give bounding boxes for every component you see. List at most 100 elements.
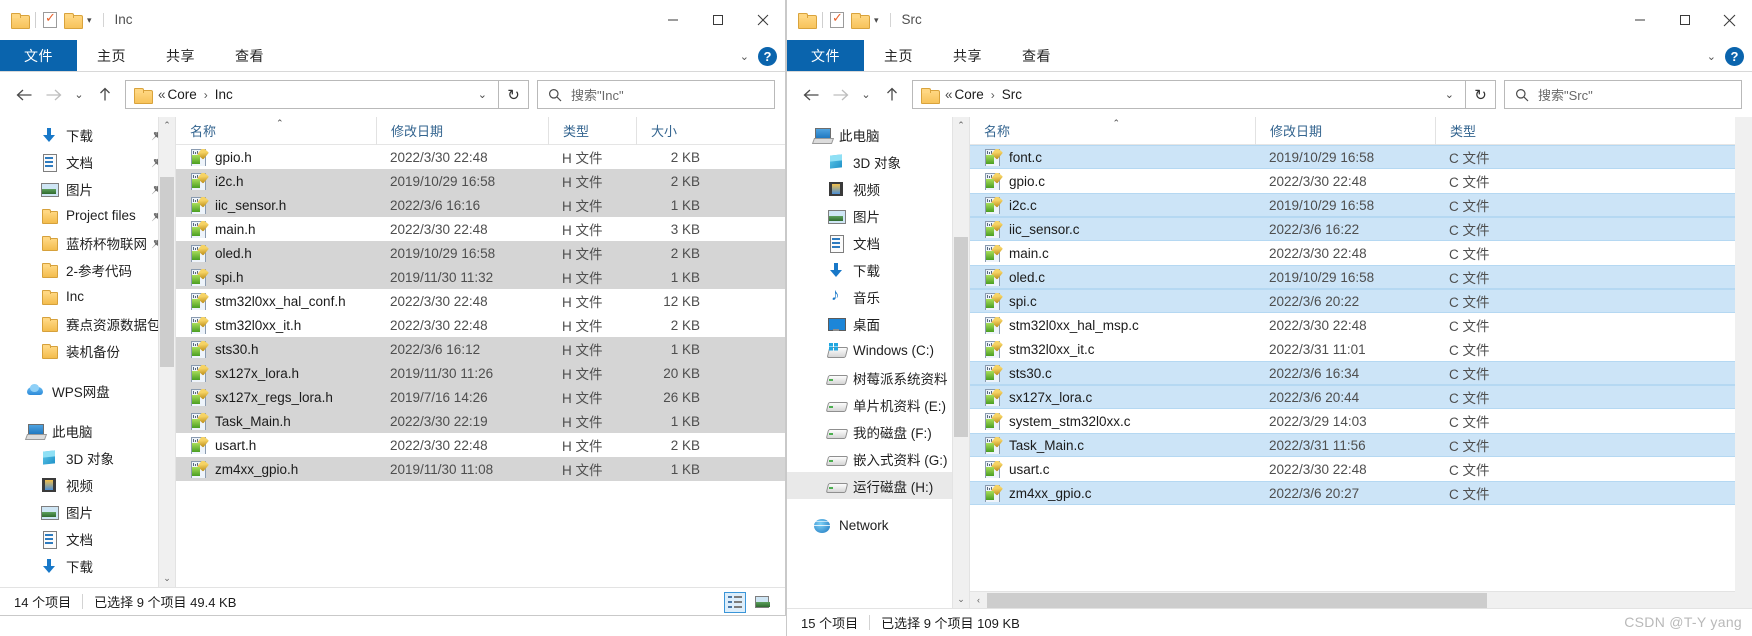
recent-locations-button[interactable]: ⌄ (68, 80, 90, 110)
navigation-pane[interactable]: 下载📌文档📌图片📌Project files📌蓝桥杯物联网📌 2-参考代码 Inc 赛… (0, 117, 175, 587)
help-icon[interactable]: ? (758, 46, 777, 66)
sidebar-item-15[interactable]: Network (787, 512, 969, 539)
sidebar-item-7[interactable]: 赛点资源数据包_ (0, 310, 175, 337)
sidebar-item-3[interactable]: 图片 (787, 202, 969, 229)
scroll-left-arrow[interactable]: ‹ (970, 595, 987, 605)
sidebar-item-6[interactable]: 音乐 (787, 283, 969, 310)
sidebar-item-4[interactable]: 文档 (787, 229, 969, 256)
sidebar-item-9[interactable]: 树莓派系统资料 (787, 364, 969, 391)
properties-checkbox-icon[interactable] (43, 10, 57, 28)
column-header-size[interactable]: 大小 (636, 116, 716, 145)
tab-home[interactable]: 主页 (864, 40, 933, 71)
table-row[interactable]: zm4xx_gpio.h 2019/11/30 11:08 H 文件 1 KB (176, 457, 785, 481)
search-box[interactable]: 搜索"Src" (1504, 80, 1742, 109)
navigation-bar[interactable]: ⌄ « Core › Src ⌄ ↻ 搜索"Src" (787, 72, 1752, 117)
chevron-down-icon[interactable]: ▾ (87, 15, 92, 26)
navigation-bar[interactable]: ⌄ « Core › Inc ⌄ ↻ 搜索"Inc" (0, 72, 785, 117)
sidebar-item-10[interactable]: 单片机资料 (E:) (787, 391, 969, 418)
breadcrumb-overflow[interactable]: « (158, 87, 166, 102)
file-list-pane[interactable]: 名称 ⌃ 修改日期 类型 大小 gpio.h 2022/3/30 22:48 H 文件 2 K… (175, 116, 785, 587)
tab-share[interactable]: 共享 (146, 40, 215, 71)
breadcrumb-separator[interactable]: › (991, 88, 995, 102)
address-bar[interactable]: « Core › Src ⌄ (912, 80, 1466, 109)
column-header-type[interactable]: 类型 (1435, 116, 1545, 145)
chevron-down-icon[interactable]: ▾ (874, 15, 879, 26)
column-headers[interactable]: 名称 ⌃ 修改日期 类型 (970, 116, 1752, 145)
table-row[interactable]: gpio.h 2022/3/30 22:48 H 文件 2 KB (176, 145, 785, 169)
folder-icon[interactable] (11, 13, 30, 29)
up-button[interactable] (90, 80, 119, 110)
tab-file[interactable]: 文件 (787, 40, 864, 71)
sidebar-item-12[interactable]: 嵌入式资料 (G:) (787, 445, 969, 472)
nav-scrollbar[interactable]: ⌃ ⌄ (158, 117, 175, 587)
forward-button[interactable] (826, 80, 855, 110)
folder-icon[interactable] (798, 13, 817, 29)
new-folder-icon[interactable] (851, 13, 870, 29)
details-view-icon[interactable] (724, 591, 746, 613)
table-row[interactable]: sx127x_lora.c 2022/3/6 20:44 C 文件 (970, 385, 1752, 409)
table-row[interactable]: main.c 2022/3/30 22:48 C 文件 (970, 241, 1752, 265)
table-row[interactable]: i2c.c 2019/10/29 16:58 C 文件 (970, 193, 1752, 217)
sidebar-item-3[interactable]: Project files📌 (0, 202, 175, 229)
table-row[interactable]: iic_sensor.c 2022/3/6 16:22 C 文件 (970, 217, 1752, 241)
close-icon[interactable] (1707, 0, 1752, 40)
table-row[interactable]: zm4xx_gpio.c 2022/3/6 20:27 C 文件 (970, 481, 1752, 505)
sidebar-item-2[interactable]: 图片📌 (0, 175, 175, 202)
table-row[interactable]: gpio.c 2022/3/30 22:48 C 文件 (970, 169, 1752, 193)
scroll-thumb[interactable] (954, 237, 968, 437)
breadcrumb-overflow[interactable]: « (945, 87, 953, 102)
sidebar-item-8[interactable]: 装机备份 (0, 337, 175, 364)
sidebar-item-17[interactable]: 下载 (0, 552, 175, 579)
file-list[interactable]: gpio.h 2022/3/30 22:48 H 文件 2 KB i2c.h 2019/1… (176, 145, 785, 587)
table-row[interactable]: oled.h 2019/10/29 16:58 H 文件 2 KB (176, 241, 785, 265)
scroll-up-arrow[interactable]: ⌃ (953, 117, 969, 134)
sidebar-item-6[interactable]: Inc (0, 283, 175, 310)
sidebar-item-5[interactable]: 2-参考代码 (0, 256, 175, 283)
table-row[interactable]: stm32l0xx_it.c 2022/3/31 11:01 C 文件 (970, 337, 1752, 361)
breadcrumb-core[interactable]: Core (168, 87, 197, 102)
table-row[interactable]: oled.c 2019/10/29 16:58 C 文件 (970, 265, 1752, 289)
sidebar-item-7[interactable]: 桌面 (787, 310, 969, 337)
address-bar[interactable]: « Core › Inc ⌄ (125, 80, 499, 109)
quick-access-toolbar[interactable]: ▾ (787, 10, 879, 29)
column-headers[interactable]: 名称 ⌃ 修改日期 类型 大小 (176, 116, 785, 145)
search-box[interactable]: 搜索"Inc" (537, 80, 775, 109)
table-row[interactable]: stm32l0xx_hal_conf.h 2022/3/30 22:48 H 文件 1… (176, 289, 785, 313)
breadcrumb-separator[interactable]: › (204, 88, 208, 102)
table-row[interactable]: usart.h 2022/3/30 22:48 H 文件 2 KB (176, 433, 785, 457)
back-button[interactable] (10, 80, 39, 110)
table-row[interactable]: i2c.h 2019/10/29 16:58 H 文件 2 KB (176, 169, 785, 193)
close-icon[interactable] (740, 0, 785, 40)
column-header-name[interactable]: 名称 ⌃ (176, 117, 376, 145)
sidebar-item-0[interactable]: 此电脑 (787, 121, 969, 148)
file-list[interactable]: font.c 2019/10/29 16:58 C 文件 gpio.c 2022/3/3… (970, 145, 1752, 608)
sidebar-item-10[interactable]: WPS网盘 (0, 377, 175, 404)
sidebar-item-5[interactable]: 下载 (787, 256, 969, 283)
tab-home[interactable]: 主页 (77, 40, 146, 71)
quick-access-toolbar[interactable]: ▾ (0, 10, 92, 29)
ribbon-tabs[interactable]: 文件 主页 共享 查看 ⌄ ? (787, 40, 1752, 72)
maximize-icon[interactable] (695, 0, 740, 40)
ribbon-right-controls[interactable]: ⌄ ? (1707, 40, 1744, 72)
horizontal-scrollbar[interactable]: ‹ (970, 591, 1752, 608)
table-row[interactable]: Task_Main.c 2022/3/31 11:56 C 文件 (970, 433, 1752, 457)
sidebar-item-13[interactable]: 运行磁盘 (H:) (787, 472, 969, 499)
file-list-pane[interactable]: 名称 ⌃ 修改日期 类型 font.c 2019/10/29 16:58 C 文件 gpio… (969, 116, 1752, 608)
sidebar-item-4[interactable]: 蓝桥杯物联网📌 (0, 229, 175, 256)
table-row[interactable]: stm32l0xx_it.h 2022/3/30 22:48 H 文件 2 KB (176, 313, 785, 337)
breadcrumb-src[interactable]: Src (1002, 87, 1022, 102)
view-buttons[interactable] (724, 588, 773, 616)
sidebar-item-1[interactable]: 文档📌 (0, 148, 175, 175)
sidebar-item-11[interactable]: 我的磁盘 (F:) (787, 418, 969, 445)
table-row[interactable]: font.c 2019/10/29 16:58 C 文件 (970, 145, 1752, 169)
scroll-thumb[interactable] (987, 592, 1487, 608)
minimize-icon[interactable] (1617, 0, 1662, 40)
scroll-thumb[interactable] (160, 177, 174, 367)
table-row[interactable]: main.h 2022/3/30 22:48 H 文件 3 KB (176, 217, 785, 241)
forward-button[interactable] (39, 80, 68, 110)
nav-scrollbar[interactable]: ⌃ ⌄ (952, 117, 969, 608)
chevron-down-icon[interactable]: ⌄ (740, 50, 749, 63)
refresh-button[interactable]: ↻ (499, 80, 529, 109)
breadcrumb-inc[interactable]: Inc (215, 87, 233, 102)
explorer-window-inc[interactable]: ▾ Inc 文件 主页 共享 查看 ⌄ ? (0, 0, 786, 616)
